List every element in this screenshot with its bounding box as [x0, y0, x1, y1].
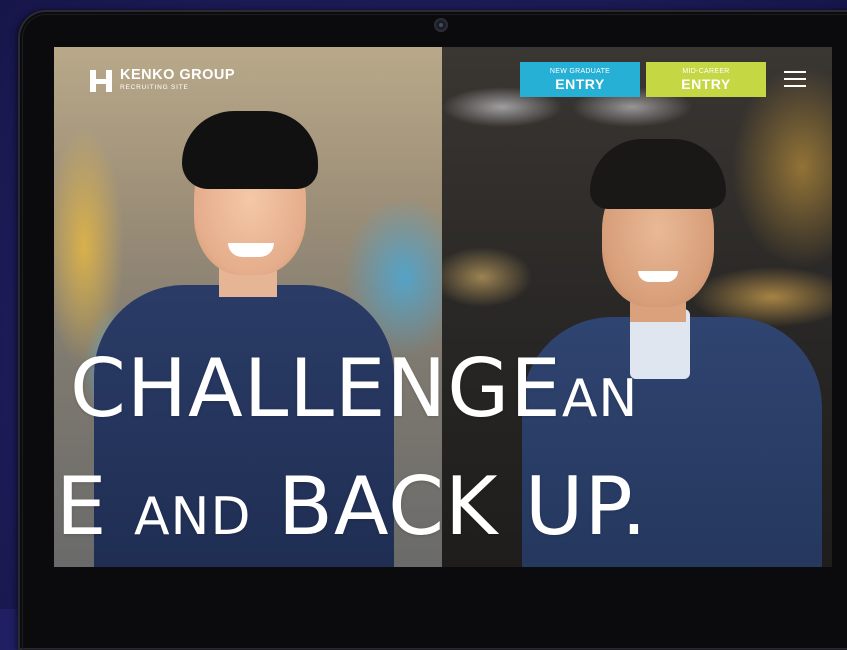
hero-headline-line-2: E AND BACK UP.: [56, 467, 648, 547]
hero-headline-line-1: CHALLENGEAN: [70, 349, 638, 429]
hero-word-back-up: BACK UP.: [277, 460, 648, 553]
mid-career-entry-button[interactable]: MID-CAREER ENTRY: [646, 62, 766, 97]
webcam-icon: [434, 18, 448, 32]
new-graduate-entry-button[interactable]: NEW GRADUATE ENTRY: [520, 62, 640, 97]
website-screen: KENKO GROUP RECRUITING SITE NEW GRADUATE…: [54, 47, 832, 567]
hamburger-menu-icon[interactable]: [784, 71, 806, 87]
hero-word-challenge: CHALLENGE: [70, 342, 562, 435]
kenko-logo-mark-icon: [90, 69, 112, 92]
mid-career-entry-label: ENTRY: [681, 76, 731, 92]
hero-word-and: AND: [133, 487, 252, 547]
kenko-group-logo[interactable]: KENKO GROUP RECRUITING SITE: [90, 68, 235, 93]
hero-word-an: AN: [561, 369, 639, 429]
brand-title: KENKO GROUP: [120, 67, 236, 83]
brand-subtitle: RECRUITING SITE: [120, 84, 189, 91]
new-graduate-entry-label: ENTRY: [555, 76, 605, 92]
hero-letter-e: E: [56, 460, 108, 553]
